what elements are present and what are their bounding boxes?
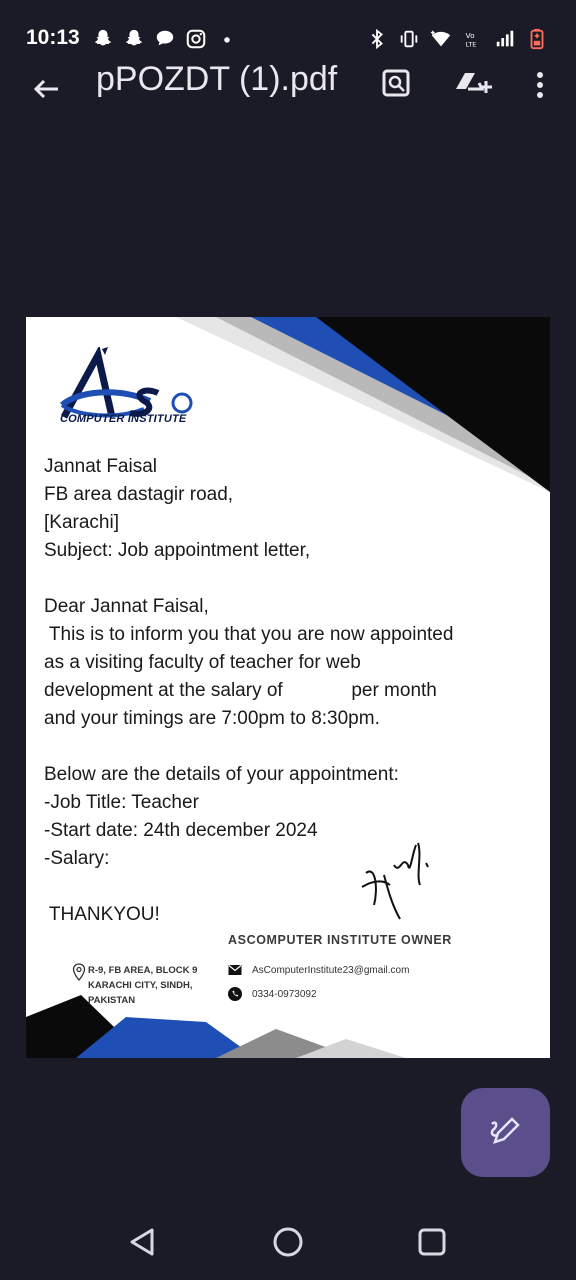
address-line: KARACHI CITY, SINDH, [88,980,193,991]
letter-line: Below are the details of your appointmen… [44,764,399,785]
edit-fab-button[interactable] [461,1088,550,1177]
back-arrow-icon[interactable] [28,67,64,103]
instagram-icon [186,29,206,49]
app-bar: pPOZDT (1).pdf [0,55,576,115]
battery-icon [530,28,544,50]
letter-line: -Job Title: Teacher [44,792,199,813]
status-time: 10:13 [26,26,80,49]
letter-line: THANKYOU! [44,904,160,925]
system-icons: Vo LTE [366,26,548,52]
letter-line [44,873,544,901]
address-line: PAKISTAN [88,995,136,1006]
svg-text:LTE: LTE [466,40,477,48]
letter-line: [Karachi] [44,512,119,533]
nav-home-icon[interactable] [268,1222,308,1262]
drive-add-icon[interactable] [452,67,492,99]
vibrate-icon [400,30,418,48]
letter-line: Jannat Faisal [44,456,158,477]
phone-icon [228,987,242,1001]
phone-contact: 0334-0973092 [228,987,317,1001]
wifi-icon [430,30,451,47]
nav-recents-icon[interactable] [412,1222,452,1262]
search-doc-icon[interactable] [380,67,412,99]
address-line: R-9, FB AREA, BLOCK 9 [88,965,198,976]
letter-line: Subject: Job appointment letter, [44,540,311,561]
email-contact: AsComputerInstitute23@gmail.com [228,963,409,977]
signal-icon [496,30,514,47]
navigation-bar [0,1200,576,1280]
letter-line: This is to inform you that you are now a… [44,624,454,645]
letter-body: Jannat Faisal FB area dastagir road, [Ka… [44,453,544,929]
email-text: AsComputerInstitute23@gmail.com [252,964,410,976]
bluetooth-icon [371,28,383,50]
chat-bubble-icon [156,30,174,46]
letter-line: FB area dastagir road, [44,484,234,505]
letter-line: as a visiting faculty of teacher for web [44,652,361,673]
location-pin-icon [72,963,86,981]
letter-line: -Salary: [44,848,110,869]
document-title: pPOZDT (1).pdf [96,60,338,98]
letter-line [44,565,544,593]
volte-icon: VoLTE [466,31,477,48]
dot-icon [224,37,230,43]
letter-line: and your timings are 7:00pm to 8:30pm. [44,708,380,729]
letter-line: -Start date: 24th december 2024 [44,820,318,841]
notification-icons [92,26,238,52]
letter-line: Dear Jannat Faisal, [44,596,209,617]
phone-text: 0334-0973092 [252,988,317,1000]
document-page[interactable]: COMPUTER INSTITUTE Jannat Faisal FB area… [26,317,550,1058]
letter-line [44,733,544,761]
owner-title: ASCOMPUTER INSTITUTE OWNER [228,933,452,947]
snapchat-icon-2 [125,29,143,46]
edit-pen-icon [490,1117,520,1144]
nav-back-icon[interactable] [124,1222,164,1262]
snapchat-icon [94,29,112,46]
more-icon[interactable] [530,69,550,101]
logo-text: COMPUTER INSTITUTE [60,413,187,425]
letter-line: development at the salary of per month [44,680,437,701]
mail-icon [228,965,242,975]
svg-text:Vo: Vo [466,31,475,40]
address-block: R-9, FB AREA, BLOCK 9 KARACHI CITY, SIND… [72,963,232,1008]
signature [361,842,429,920]
